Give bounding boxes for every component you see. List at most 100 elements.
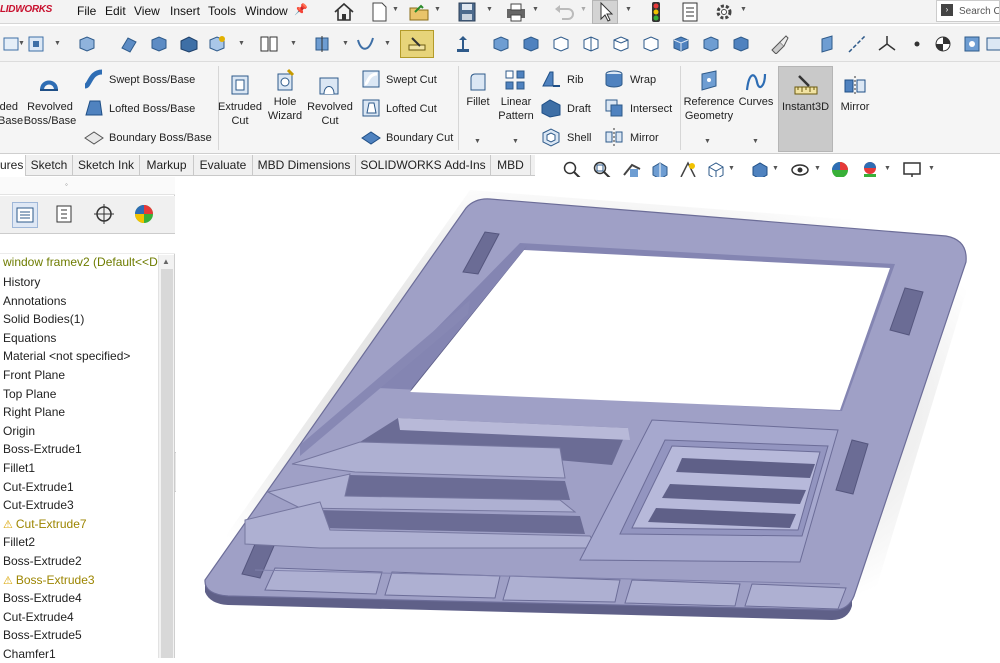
scroll-thumb[interactable] — [161, 269, 173, 658]
new-dropdown-icon[interactable]: ▼ — [392, 6, 399, 13]
tree-item[interactable]: Annotations — [0, 292, 158, 311]
view-trimetric-icon[interactable] — [700, 34, 722, 54]
view-left-icon[interactable] — [550, 34, 572, 54]
tree-item[interactable]: Origin — [0, 422, 158, 441]
curves-icon[interactable] — [743, 68, 769, 94]
undo-dropdown-icon[interactable]: ▼ — [580, 6, 587, 13]
tree-item[interactable]: Cut-Extrude3 — [0, 496, 158, 515]
options-dropdown-icon[interactable]: ▼ — [740, 6, 747, 13]
scroll-up-icon[interactable]: ▲ — [162, 257, 170, 266]
dropdown-6-icon[interactable]: ▼ — [384, 40, 391, 47]
dropdown-5-icon[interactable]: ▼ — [342, 40, 349, 47]
menu-view[interactable]: View — [134, 4, 160, 18]
extruded-cut-icon[interactable] — [228, 72, 252, 98]
bounding-box-icon[interactable] — [984, 34, 1000, 54]
shell-icon[interactable] — [540, 126, 562, 148]
linear-pattern-icon[interactable] — [504, 68, 526, 92]
shell-label[interactable]: Shell — [567, 131, 591, 145]
tab-property-manager[interactable] — [52, 202, 78, 228]
intersect-label[interactable]: Intersect — [630, 102, 672, 116]
cut-view-icon[interactable] — [118, 34, 140, 54]
mirror-small-icon[interactable] — [603, 126, 625, 148]
tree-item[interactable]: Boss-Extrude5 — [0, 626, 158, 645]
center-of-mass-icon[interactable] — [932, 34, 954, 54]
hole-wizard-icon[interactable] — [273, 68, 297, 94]
tab-mbd[interactable]: MBD — [491, 155, 531, 176]
options-gear-icon[interactable] — [710, 0, 738, 24]
orientation-dropdown-icon[interactable]: ▼ — [728, 165, 735, 172]
plane-tool-icon[interactable] — [25, 34, 47, 54]
instant3d-button[interactable]: Instant3D — [778, 66, 833, 152]
view-back-icon[interactable] — [520, 34, 542, 54]
boundary-cut-label[interactable]: Boundary Cut — [386, 131, 453, 145]
tree-item[interactable]: Boss-Extrude1 — [0, 440, 158, 459]
axis-icon[interactable] — [846, 34, 868, 54]
extruded-boss-label[interactable]: ded Base — [0, 100, 23, 128]
tree-item[interactable]: History — [0, 273, 158, 292]
extruded-cut-label[interactable]: Extruded Cut — [216, 100, 264, 128]
tab-display-manager[interactable] — [132, 202, 158, 228]
tree-item[interactable]: Right Plane — [0, 403, 158, 422]
swept-boss-icon[interactable] — [82, 68, 106, 90]
box-view-icon[interactable] — [76, 34, 98, 54]
swept-cut-label[interactable]: Swept Cut — [386, 73, 437, 87]
hole-wizard-label[interactable]: Hole Wizard — [264, 95, 306, 123]
tree-item[interactable]: Boss-Extrude2 — [0, 552, 158, 571]
reference-geometry-label[interactable]: Reference Geometry — [682, 95, 736, 123]
shaded-view-icon[interactable] — [148, 34, 170, 54]
rib-icon[interactable] — [540, 68, 562, 90]
curves-dropdown-icon[interactable]: ▼ — [752, 138, 759, 145]
view-right-icon[interactable] — [580, 34, 602, 54]
point-icon[interactable] — [906, 34, 928, 54]
view-isometric-icon[interactable] — [670, 34, 692, 54]
revolved-boss-icon[interactable] — [36, 72, 62, 98]
tree-item[interactable]: ⚠ Cut-Extrude7 — [0, 515, 158, 534]
tree-root-part[interactable]: window framev2 (Default<<D — [3, 255, 158, 269]
tree-item[interactable]: Cut-Extrude1 — [0, 478, 158, 497]
dropdown-3-icon[interactable]: ▼ — [238, 40, 245, 47]
view-front-icon[interactable] — [490, 34, 512, 54]
linear-pattern-label[interactable]: Linear Pattern — [494, 95, 538, 123]
tree-item[interactable]: Solid Bodies(1) — [0, 310, 158, 329]
menu-tools[interactable]: Tools — [208, 4, 236, 18]
normal-to-icon[interactable] — [452, 34, 474, 54]
mate-reference-icon[interactable] — [962, 34, 984, 54]
tab-markup[interactable]: Markup — [140, 155, 194, 176]
boundary-boss-icon[interactable] — [82, 126, 106, 148]
rebuild-icon[interactable] — [642, 0, 670, 24]
swept-boss-label[interactable]: Swept Boss/Base — [109, 73, 195, 87]
draft-label[interactable]: Draft — [567, 102, 591, 116]
fillet-icon[interactable] — [467, 70, 489, 94]
menu-window[interactable]: Window — [245, 4, 288, 18]
lofted-cut-label[interactable]: Lofted Cut — [386, 102, 437, 116]
save-icon[interactable] — [453, 0, 481, 24]
display-dropdown-icon[interactable]: ▼ — [772, 165, 779, 172]
swept-cut-icon[interactable] — [360, 68, 382, 90]
pin-icon[interactable]: 📌 — [294, 3, 308, 16]
lofted-boss-icon[interactable] — [82, 97, 106, 119]
open-icon[interactable] — [405, 0, 433, 24]
menu-file[interactable]: File — [77, 4, 96, 18]
tab-feature-manager[interactable] — [12, 202, 38, 228]
reference-geometry-icon[interactable] — [696, 68, 722, 94]
view-dimetric-icon[interactable] — [730, 34, 752, 54]
revolved-cut-icon[interactable] — [316, 72, 342, 98]
save-dropdown-icon[interactable]: ▼ — [486, 6, 493, 13]
search-command-icon[interactable]: › — [941, 4, 953, 16]
home-icon[interactable] — [330, 0, 358, 24]
curve-tool-icon[interactable] — [355, 34, 377, 54]
wrap-icon[interactable] — [603, 68, 625, 90]
tree-item[interactable]: Chamfer1 — [0, 645, 158, 663]
reference-dropdown-icon[interactable]: ▼ — [704, 138, 711, 145]
tree-item[interactable]: Cut-Extrude4 — [0, 608, 158, 627]
mirror-icon[interactable] — [842, 74, 868, 98]
tab-sketch-ink[interactable]: Sketch Ink — [73, 155, 140, 176]
menu-edit[interactable]: Edit — [105, 4, 126, 18]
tab-solidworks-addins[interactable]: SOLIDWORKS Add-Ins — [356, 155, 491, 176]
boundary-cut-icon[interactable] — [360, 126, 382, 148]
revolved-cut-label[interactable]: Revolved Cut — [305, 100, 355, 128]
draft-icon[interactable] — [540, 97, 562, 119]
reference-axis-icon[interactable] — [312, 34, 334, 54]
boundary-boss-label[interactable]: Boundary Boss/Base — [109, 131, 212, 145]
tab-mbd-dimensions[interactable]: MBD Dimensions — [253, 155, 356, 176]
